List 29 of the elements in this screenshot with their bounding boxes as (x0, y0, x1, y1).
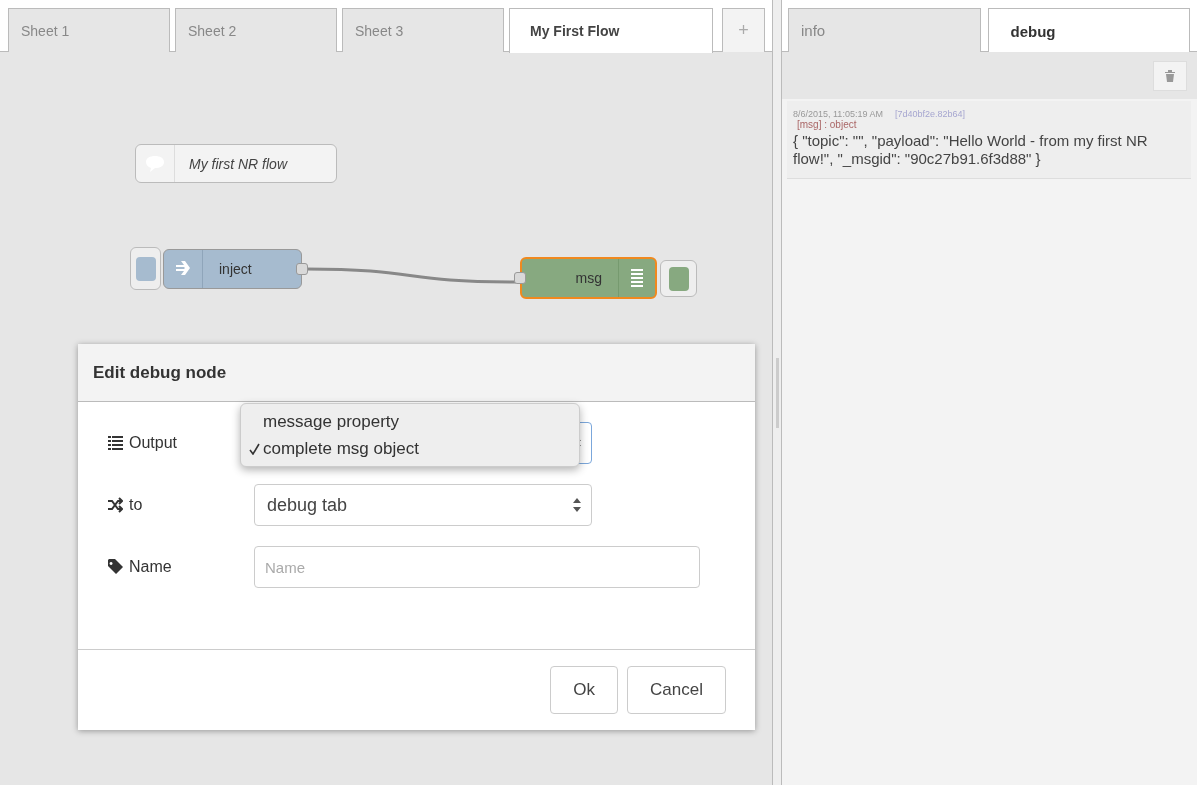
trash-icon (1165, 69, 1175, 82)
list-icon (108, 436, 123, 450)
arrow-icon (176, 261, 190, 275)
dialog-title: Edit debug node (93, 362, 227, 383)
comment-node[interactable]: My first NR flow (135, 144, 337, 183)
name-input-field[interactable]: Name (254, 546, 700, 588)
dialog-button[interactable]: Ok (550, 666, 619, 714)
dialog-button[interactable]: Cancel (627, 666, 726, 714)
inject-trigger-button[interactable] (130, 247, 161, 290)
debug-node[interactable]: msg (520, 257, 657, 299)
message-type: [msg] : object (796, 119, 858, 130)
workspace-tab[interactable]: My First Flow (509, 8, 713, 53)
message-timestamp: 8/6/2015, 11:05:19 AM (793, 109, 883, 119)
clear-button[interactable] (1153, 60, 1187, 91)
dropdown-option[interactable]: message property (241, 408, 579, 435)
list-lines-icon (631, 269, 643, 287)
input-port[interactable] (514, 272, 526, 284)
field-label: to (129, 496, 143, 514)
debug-toggle-button[interactable] (660, 260, 697, 297)
field-label: Output (129, 434, 178, 452)
select-field[interactable]: debug tab (254, 484, 592, 526)
output-port[interactable] (296, 263, 308, 275)
field-label: Name (129, 558, 172, 576)
message-body: { "topic": "", "payload": "Hello World - from my first NR flow!", "_msgid": "90c27b91.6f3d88" } (793, 132, 1149, 168)
dropdown-option[interactable]: complete msg object (241, 435, 579, 462)
tag-icon (108, 559, 123, 574)
shuffle-icon (108, 497, 123, 513)
inject-node[interactable]: inject (163, 249, 302, 289)
sidebar-tab[interactable]: debug (987, 8, 1190, 53)
